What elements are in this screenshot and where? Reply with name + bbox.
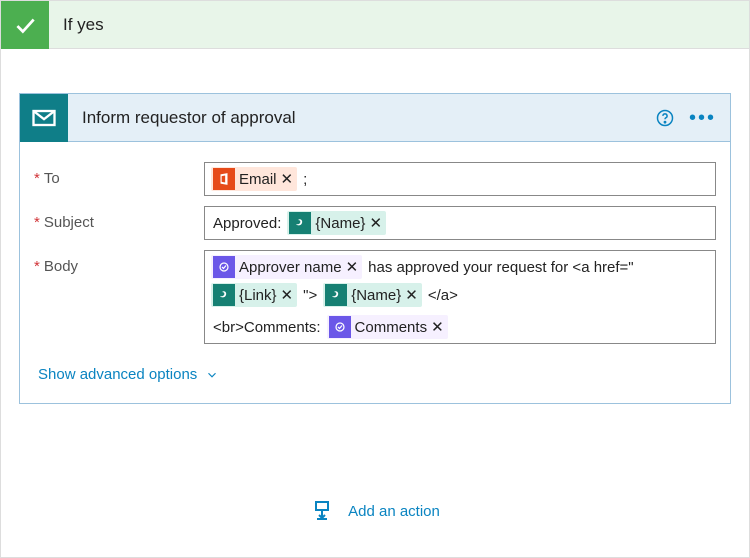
action-card-header[interactable]: Inform requestor of approval ••• (20, 94, 730, 142)
mail-icon (20, 94, 68, 142)
chevron-down-icon (205, 368, 219, 382)
check-icon (1, 1, 49, 49)
sharepoint-icon (325, 284, 347, 306)
token-comments[interactable]: Comments ✕ (327, 315, 448, 339)
row-body: *Body Approver name ✕ has approved your … (34, 250, 716, 344)
add-action-button[interactable]: Add an action (1, 499, 749, 523)
remove-token-icon[interactable]: ✕ (369, 214, 382, 232)
field-body[interactable]: Approver name ✕ has approved your reques… (204, 250, 716, 344)
help-icon[interactable] (655, 108, 675, 128)
add-action-icon (310, 499, 334, 523)
token-email[interactable]: Email ✕ (211, 167, 297, 191)
condition-title: If yes (63, 15, 104, 35)
remove-token-icon[interactable]: ✕ (346, 258, 359, 276)
remove-token-icon[interactable]: ✕ (431, 318, 444, 336)
action-card-body: *To Email ✕ ; *Subject Approved: (20, 142, 730, 403)
condition-header[interactable]: If yes (1, 1, 749, 49)
office-icon (213, 168, 235, 190)
action-card: Inform requestor of approval ••• *To (19, 93, 731, 404)
remove-token-icon[interactable]: ✕ (405, 286, 418, 304)
field-subject[interactable]: Approved: {Name} ✕ (204, 206, 716, 240)
sharepoint-icon (213, 284, 235, 306)
action-card-title: Inform requestor of approval (82, 108, 655, 128)
label-to: *To (34, 162, 204, 187)
remove-token-icon[interactable]: ✕ (281, 286, 294, 304)
row-subject: *Subject Approved: {Name} ✕ (34, 206, 716, 240)
more-icon[interactable]: ••• (689, 113, 716, 123)
field-to[interactable]: Email ✕ ; (204, 162, 716, 196)
approval-icon (213, 256, 235, 278)
flow-designer-canvas: If yes Inform requestor of approval ••• (0, 0, 750, 558)
token-name-subject[interactable]: {Name} ✕ (287, 211, 386, 235)
label-subject: *Subject (34, 206, 204, 231)
row-to: *To Email ✕ ; (34, 162, 716, 196)
token-approver[interactable]: Approver name ✕ (211, 255, 362, 279)
token-name-body[interactable]: {Name} ✕ (323, 283, 422, 307)
approval-icon (329, 316, 351, 338)
remove-token-icon[interactable]: ✕ (281, 170, 294, 188)
label-body: *Body (34, 250, 204, 275)
show-advanced-options-link[interactable]: Show advanced options (38, 366, 219, 383)
sharepoint-icon (289, 212, 311, 234)
token-link[interactable]: {Link} ✕ (211, 283, 297, 307)
